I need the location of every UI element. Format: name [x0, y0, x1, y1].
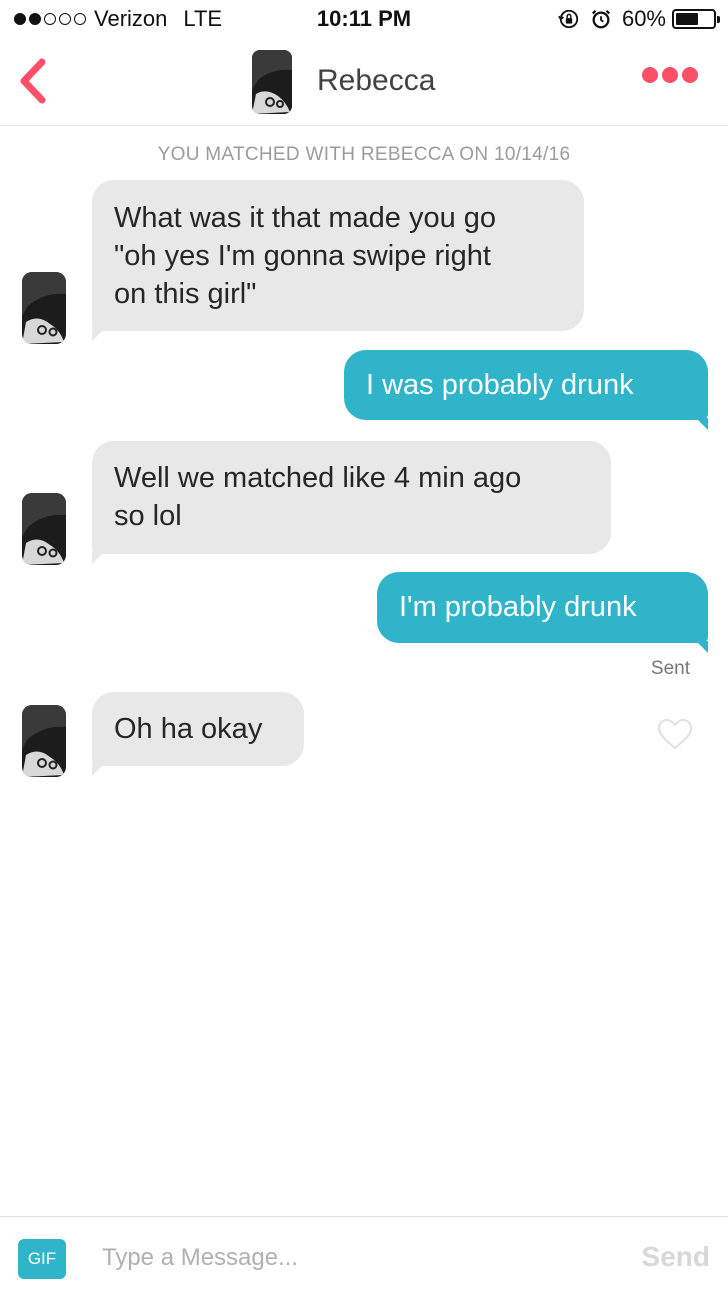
- battery-level: [676, 13, 698, 25]
- avatar[interactable]: [252, 50, 292, 114]
- send-button[interactable]: Send: [642, 1241, 710, 1273]
- battery-percent: 60%: [621, 6, 666, 31]
- outgoing-message[interactable]: I was probably drunk: [344, 350, 708, 430]
- sent-status: Sent: [650, 658, 690, 679]
- incoming-message[interactable]: What was it that made you go "oh yes I'm…: [92, 180, 584, 341]
- status-right: 60%: [558, 6, 720, 32]
- outgoing-message[interactable]: I'm probably drunk: [377, 572, 708, 653]
- chat-header: Rebecca: [0, 40, 728, 126]
- heart-outline-icon[interactable]: [656, 717, 694, 751]
- message-line: "oh yes I'm gonna swipe right: [114, 240, 491, 272]
- incoming-message[interactable]: Well we matched like 4 min ago so lol: [92, 441, 611, 564]
- message-line: What was it that made you go: [114, 202, 497, 234]
- message-composer: GIF Send: [0, 1216, 728, 1295]
- contact-name[interactable]: Rebecca: [317, 64, 435, 98]
- gif-button[interactable]: GIF: [18, 1239, 66, 1279]
- avatar[interactable]: [22, 272, 66, 344]
- message-line: Oh ha okay: [114, 713, 263, 745]
- alarm-icon: [591, 9, 611, 29]
- message-line: I was probably drunk: [366, 369, 634, 401]
- match-notice: YOU MATCHED WITH REBECCA ON 10/14/16: [157, 144, 571, 165]
- rotation-lock-icon: [558, 9, 579, 29]
- message-line: on this girl": [114, 278, 257, 310]
- message-line: I'm probably drunk: [399, 591, 637, 623]
- incoming-message[interactable]: Oh ha okay: [92, 692, 304, 776]
- avatar[interactable]: [22, 705, 66, 777]
- chevron-left-icon[interactable]: [14, 54, 54, 108]
- avatar[interactable]: [22, 493, 66, 565]
- status-bar: Verizon LTE 10:11 PM 60%: [0, 0, 728, 40]
- message-line: so lol: [114, 500, 182, 532]
- message-line: Well we matched like 4 min ago: [114, 462, 522, 494]
- more-dots-icon[interactable]: [642, 67, 698, 83]
- message-input[interactable]: [102, 1239, 602, 1277]
- battery-icon: [672, 9, 720, 29]
